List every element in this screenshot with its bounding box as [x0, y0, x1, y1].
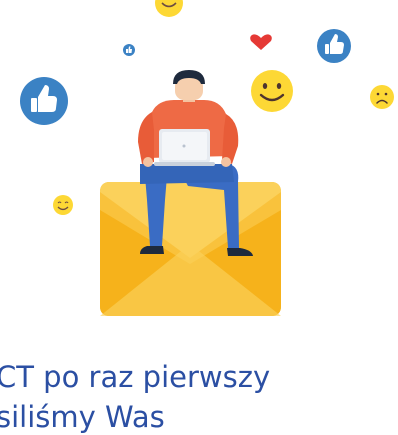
title-line-2: siliśmy Was — [0, 400, 165, 434]
smiley-icon — [155, 0, 183, 17]
sad-face-icon — [370, 85, 394, 109]
welcome-screen: CT po raz pierwszy siliśmy Was — [0, 0, 398, 435]
thumbs-up-icon — [20, 77, 68, 125]
smiley-icon — [251, 70, 293, 112]
hero-illustration — [20, 0, 394, 316]
thumbs-up-icon — [317, 29, 351, 63]
heart-icon — [250, 34, 272, 50]
title-line-1: CT po raz pierwszy — [0, 360, 271, 394]
envelope-icon — [100, 182, 281, 316]
smiley-icon — [53, 195, 73, 215]
thumbs-up-icon — [123, 44, 135, 56]
page-title: CT po raz pierwszy siliśmy Was — [0, 357, 398, 435]
laptop-icon — [154, 129, 215, 166]
